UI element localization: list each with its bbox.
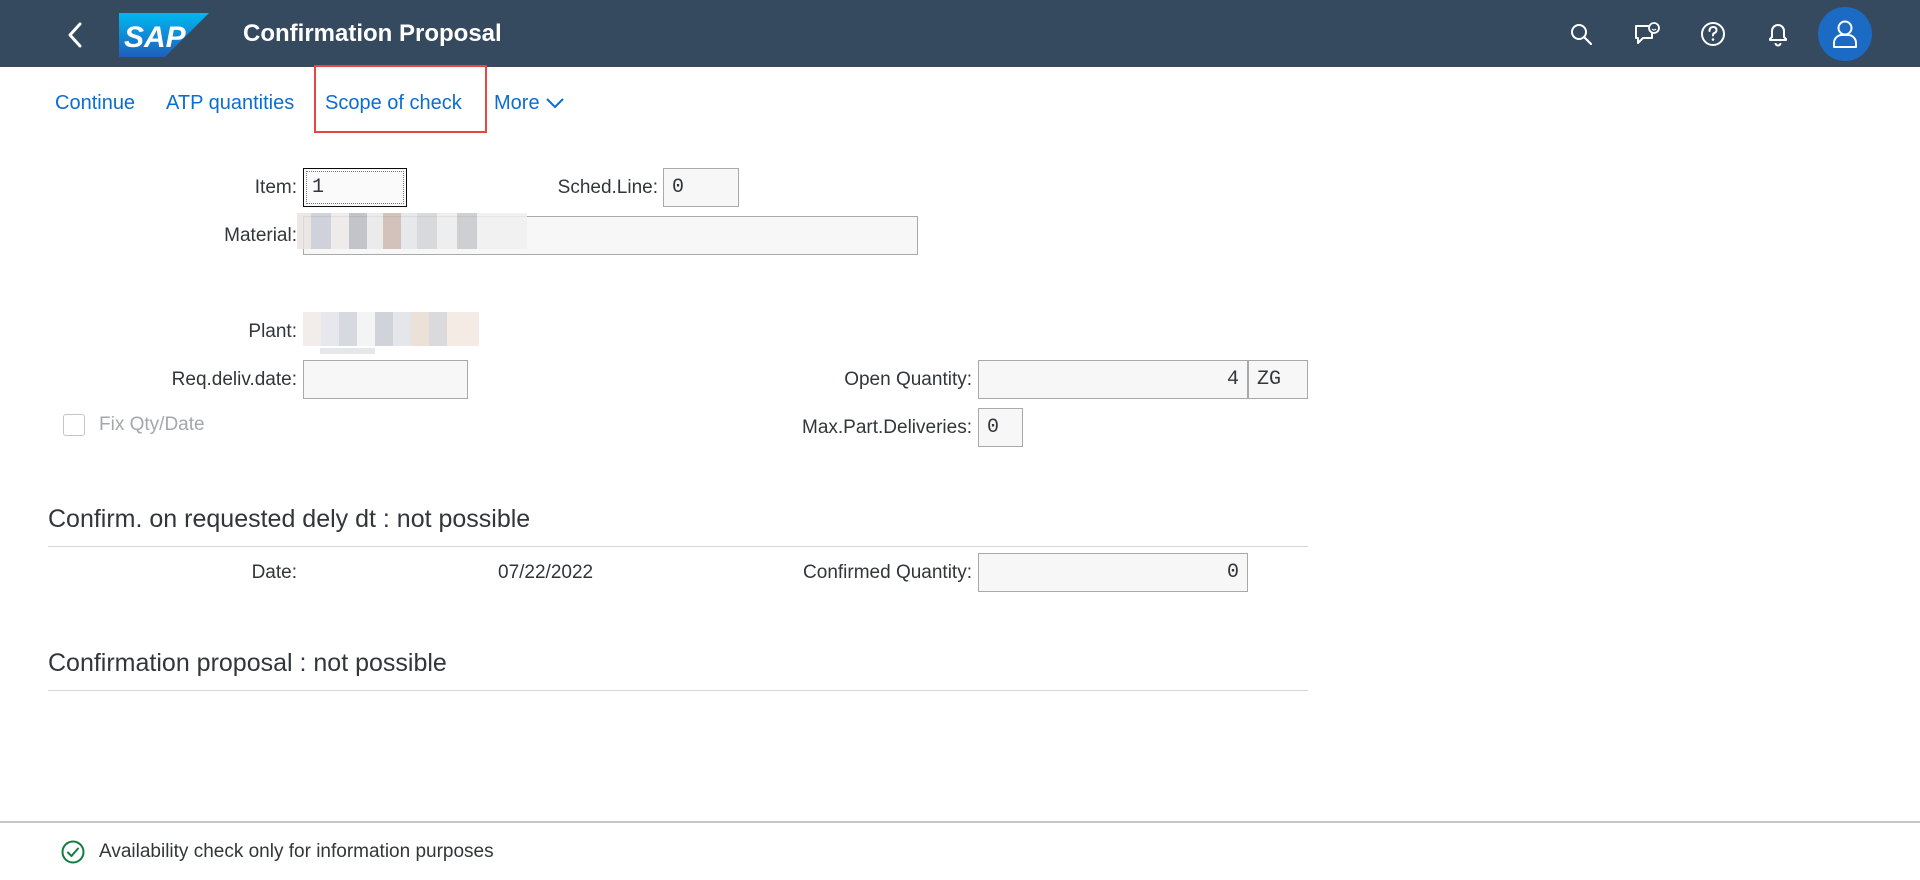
open-quantity-unit-field[interactable]: ZG: [1248, 360, 1308, 399]
search-button[interactable]: [1563, 16, 1599, 52]
more-label: More: [494, 92, 540, 114]
search-icon: [1571, 24, 1593, 46]
more-menu-button[interactable]: More: [494, 86, 565, 120]
item-label: Item:: [254, 177, 297, 198]
success-check-icon: [61, 840, 85, 864]
help-icon: [1701, 22, 1725, 46]
section2-divider: [48, 690, 1308, 691]
section-confirmation-proposal-title: Confirmation proposal : not possible: [48, 649, 447, 677]
notifications-button[interactable]: [1760, 16, 1796, 52]
max-part-deliveries-field[interactable]: 0: [978, 408, 1023, 447]
help-button[interactable]: [1695, 16, 1731, 52]
svg-text:SAP: SAP: [124, 21, 187, 54]
fix-qty-date-checkbox[interactable]: [63, 414, 85, 436]
back-icon: [68, 22, 82, 48]
item-field[interactable]: 1: [303, 168, 407, 207]
atp-quantities-button[interactable]: ATP quantities: [166, 86, 294, 120]
redacted-material: [297, 213, 527, 249]
req-deliv-date-field[interactable]: [303, 360, 468, 399]
open-quantity-label: Open Quantity:: [844, 369, 972, 390]
confirmed-quantity-field[interactable]: 0: [978, 553, 1248, 592]
chevron-down-icon: [545, 98, 564, 109]
redacted-plant: [303, 312, 479, 346]
material-label: Material:: [224, 225, 297, 246]
user-avatar-button[interactable]: [1818, 7, 1872, 61]
sched-line-label: Sched.Line:: [557, 177, 658, 198]
plant-label: Plant:: [248, 321, 297, 342]
notification-bell-icon: [1769, 24, 1787, 47]
sap-logo: SAP: [119, 13, 209, 57]
app-title: Confirmation Proposal: [243, 20, 502, 47]
continue-button[interactable]: Continue: [55, 86, 135, 120]
status-message: Availability check only for information …: [99, 841, 494, 862]
redacted-plant-strip: [320, 348, 375, 354]
sched-line-field[interactable]: 0: [663, 168, 739, 207]
feedback-button[interactable]: [1629, 16, 1665, 52]
date-value: 07/22/2022: [498, 562, 594, 583]
back-button[interactable]: [58, 18, 92, 52]
user-icon: [1833, 20, 1857, 48]
feedback-chat-icon: [1635, 22, 1660, 44]
scope-of-check-button[interactable]: Scope of check: [325, 86, 462, 120]
date-label: Date:: [251, 562, 297, 583]
footer-divider: [0, 821, 1920, 823]
shell-header: SAP Confirmation Proposal: [0, 0, 1920, 67]
section-confirm-requested-title: Confirm. on requested dely dt : not poss…: [48, 505, 531, 533]
confirmed-quantity-label: Confirmed Quantity:: [803, 562, 972, 583]
max-part-deliveries-label: Max.Part.Deliveries:: [802, 417, 972, 438]
section1-divider: [48, 546, 1308, 547]
req-deliv-date-label: Req.deliv.date:: [171, 369, 297, 390]
open-quantity-field[interactable]: 4: [978, 360, 1248, 399]
fix-qty-date-label: Fix Qty/Date: [99, 414, 205, 435]
